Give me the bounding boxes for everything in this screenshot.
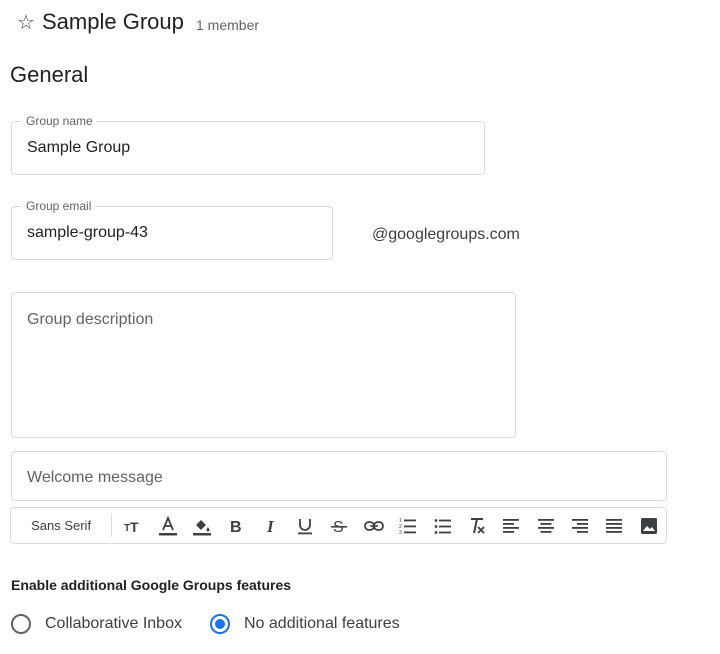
align-center-icon[interactable] [528,511,562,541]
group-name-value: Sample Group [27,139,131,156]
svg-text:B: B [230,519,242,536]
justify-icon[interactable] [597,511,631,541]
numbered-list-icon[interactable]: 123 [391,511,425,541]
collaborative-inbox-radio[interactable] [11,614,31,634]
section-title: General [10,62,89,87]
no-additional-features-radio[interactable] [210,614,230,634]
svg-text:3: 3 [399,530,402,536]
align-left-icon[interactable] [494,511,528,541]
group-description-placeholder: Group description [27,311,154,328]
welcome-message-placeholder: Welcome message [27,469,163,486]
group-description-field[interactable]: Group description [11,292,516,438]
group-email-field[interactable]: Group email sample-group-43 [11,199,333,260]
group-title: Sample Group [42,9,184,34]
toolbar-divider [111,514,113,537]
svg-text:I: I [266,517,275,536]
font-family-select[interactable]: Sans Serif [11,518,111,533]
member-count: 1 member [196,17,260,33]
collaborative-inbox-label: Collaborative Inbox [45,615,182,632]
clear-formatting-icon[interactable] [460,511,494,541]
no-additional-features-label: No additional features [244,615,400,632]
svg-text:T: T [130,519,139,535]
text-color-icon[interactable] [151,511,185,541]
welcome-message-field[interactable]: Welcome message [11,451,667,501]
no-additional-features-option[interactable]: No additional features [210,614,400,634]
group-email-value: sample-group-43 [27,224,148,241]
group-email-label: Group email [22,199,96,213]
underline-icon[interactable] [288,511,322,541]
features-label: Enable additional Google Groups features [11,577,292,593]
formatting-toolbar: Sans Serif TT B I S 123 [10,507,667,544]
email-domain-suffix: @googlegroups.com [372,226,520,243]
star-outline-icon[interactable]: ☆ [17,10,35,34]
insert-image-icon[interactable] [632,511,666,541]
bulleted-list-icon[interactable] [425,511,459,541]
link-icon[interactable] [357,511,391,541]
highlight-color-icon[interactable] [185,511,219,541]
strikethrough-icon[interactable]: S [322,511,356,541]
font-size-icon[interactable]: TT [116,511,150,541]
group-name-label: Group name [22,114,97,128]
align-right-icon[interactable] [563,511,597,541]
collaborative-inbox-option[interactable]: Collaborative Inbox [11,614,182,634]
italic-icon[interactable]: I [254,511,288,541]
group-name-field[interactable]: Group name Sample Group [11,114,485,175]
bold-icon[interactable]: B [219,511,253,541]
